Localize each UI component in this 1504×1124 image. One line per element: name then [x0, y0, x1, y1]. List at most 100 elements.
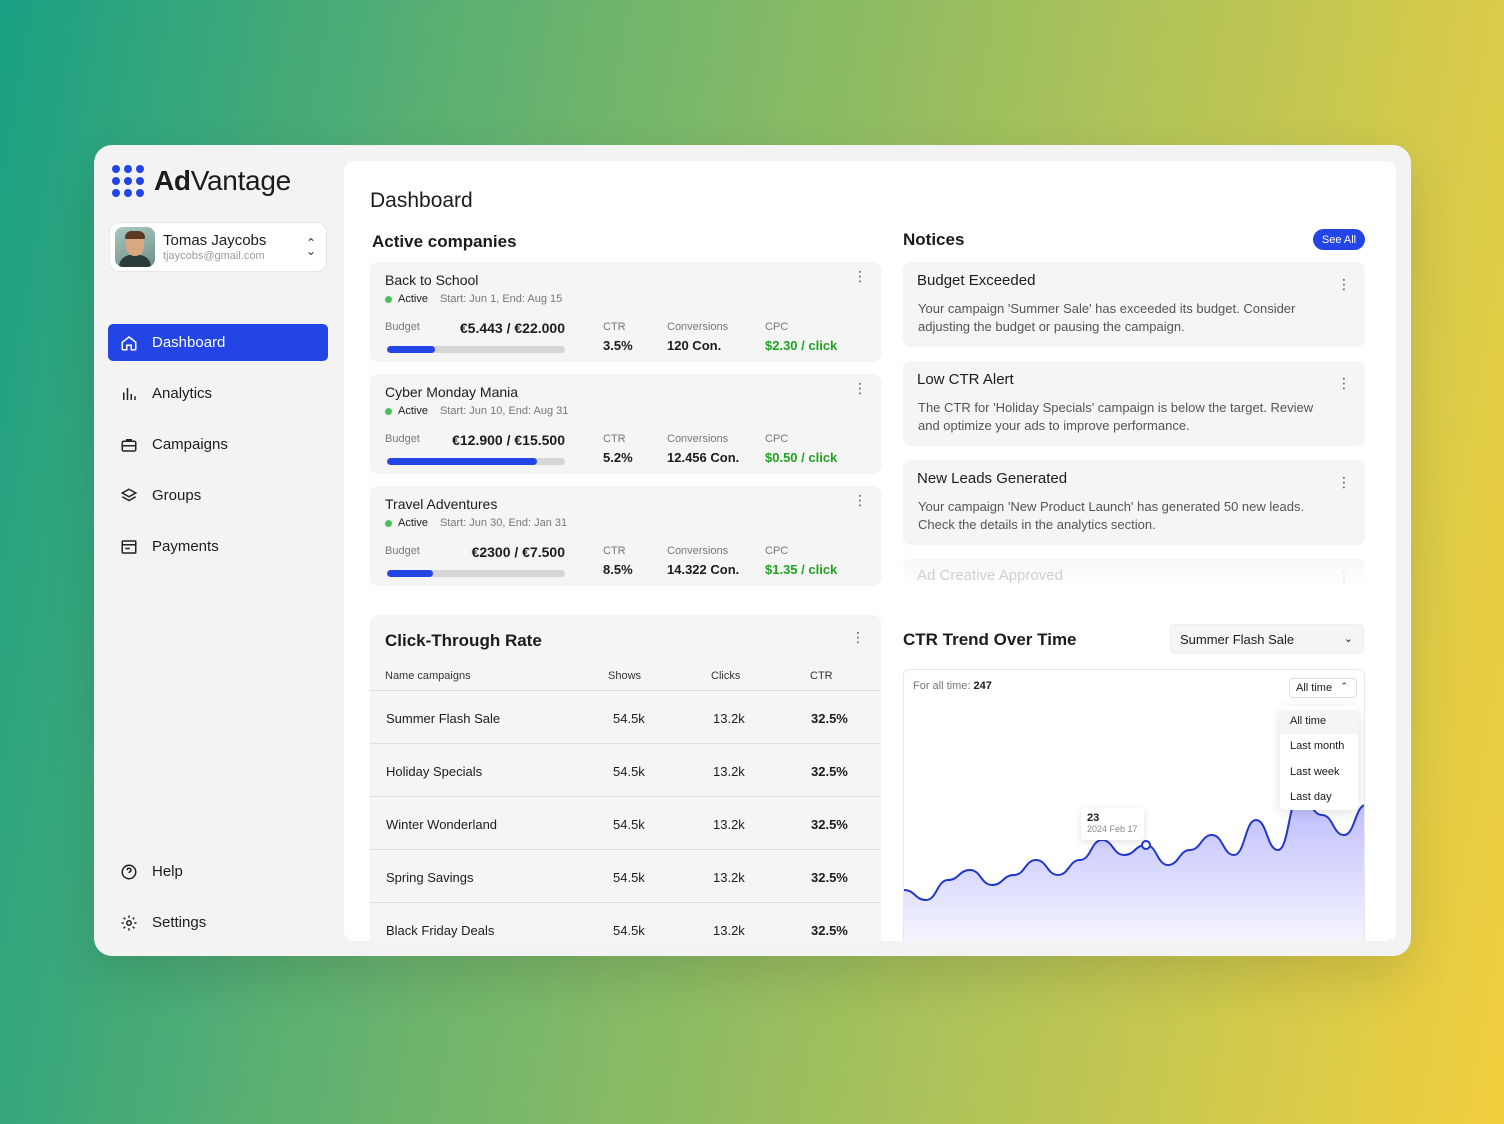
notice-card[interactable]: Low CTR Alert The CTR for 'Holiday Speci…	[903, 361, 1365, 446]
range-option[interactable]: Last day	[1280, 786, 1358, 810]
status-badge: Active Start: Jun 30, End: Jan 31	[385, 517, 567, 529]
budget-value: €12.900 / €15.500	[452, 432, 565, 448]
ctr-table-title: Click-Through Rate	[385, 631, 542, 650]
layers-icon	[120, 487, 138, 501]
more-options-icon[interactable]: ⋮	[1337, 569, 1351, 586]
trend-title: CTR Trend Over Time	[903, 630, 1077, 649]
column-header: Clicks	[711, 670, 741, 682]
sidebar-item-label: Campaigns	[152, 436, 228, 453]
sidebar-item-payments[interactable]: Payments	[108, 528, 328, 565]
company-name: Back to School	[385, 272, 479, 288]
range-dropdown-button[interactable]: All time ⌃	[1289, 678, 1357, 698]
status-badge: Active Start: Jun 10, End: Aug 31	[385, 405, 568, 417]
table-row[interactable]: Holiday Specials 54.5k 13.2k 32.5%	[370, 743, 881, 796]
cpc-value: $2.30 / click	[765, 338, 838, 353]
notice-title: New Leads Generated	[917, 470, 1068, 487]
page-title: Dashboard	[370, 189, 473, 212]
conversions-label: Conversions	[667, 321, 729, 333]
cpc-label: CPC	[765, 321, 789, 333]
notice-card[interactable]: Ad Creative Approved ⋮	[903, 559, 1365, 585]
home-icon	[121, 335, 137, 350]
range-option[interactable]: Last week	[1280, 761, 1358, 785]
budget-label: Budget	[385, 321, 420, 333]
campaign-select[interactable]: Summer Flash Sale ⌄	[1170, 624, 1364, 654]
table-row[interactable]: Spring Savings 54.5k 13.2k 32.5%	[370, 849, 881, 902]
user-switcher[interactable]: Tomas Jaycobs tjaycobs@gmail.com ⌃ ⌄	[109, 222, 327, 272]
company-name: Travel Adventures	[385, 496, 498, 512]
sidebar-item-label: Help	[152, 863, 183, 880]
avatar	[115, 227, 155, 267]
sidebar-item-groups[interactable]: Groups	[108, 477, 328, 514]
company-card[interactable]: Travel Adventures Active Start: Jun 30, E…	[370, 486, 881, 586]
sidebar-item-settings[interactable]: Settings	[108, 904, 328, 941]
range-dropdown-menu: All time Last month Last week Last day	[1280, 706, 1358, 810]
more-options-icon[interactable]: ⋮	[851, 629, 865, 646]
chevron-up-icon: ⌃	[1340, 681, 1348, 691]
user-name: Tomas Jaycobs	[163, 232, 267, 249]
column-header: Shows	[608, 670, 642, 682]
more-options-icon[interactable]: ⋮	[1337, 375, 1351, 392]
sidebar-item-help[interactable]: Help	[108, 853, 328, 890]
app-window: AdVantage Tomas Jaycobs tjaycobs@gmail.c…	[94, 145, 1411, 956]
chart-tooltip: 23 2024 Feb 17	[1081, 808, 1144, 840]
notice-body: Your campaign 'New Product Launch' has g…	[918, 499, 1305, 532]
budget-label: Budget	[385, 433, 420, 445]
main-panel: Dashboard Active companies Back to Schoo…	[344, 161, 1396, 941]
total-label: For all time: 247	[913, 680, 992, 692]
gear-icon	[121, 915, 137, 930]
logo-dots-icon	[112, 165, 144, 197]
more-options-icon[interactable]: ⋮	[853, 269, 867, 283]
budget-value: €2300 / €7.500	[471, 544, 565, 560]
highlight-point[interactable]	[1141, 840, 1151, 850]
conversions-label: Conversions	[667, 433, 729, 445]
trend-chart: For all time: 247 All time ⌃ All time La…	[903, 669, 1365, 941]
more-options-icon[interactable]: ⋮	[853, 381, 867, 395]
budget-progress	[387, 346, 565, 353]
brand-logo[interactable]: AdVantage	[112, 165, 291, 197]
more-options-icon[interactable]: ⋮	[1337, 276, 1351, 293]
budget-progress	[387, 570, 565, 577]
sidebar-item-label: Payments	[152, 538, 219, 555]
company-card[interactable]: Cyber Monday Mania Active Start: Jun 10, …	[370, 374, 881, 474]
brand-name: AdVantage	[154, 165, 291, 196]
budget-value: €5.443 / €22.000	[459, 320, 565, 336]
conversions-label: Conversions	[667, 545, 729, 557]
more-options-icon[interactable]: ⋮	[1337, 474, 1351, 491]
sidebar-item-analytics[interactable]: Analytics	[108, 375, 328, 412]
bar-chart-icon	[123, 387, 136, 400]
notice-card[interactable]: New Leads Generated Your campaign 'New P…	[903, 460, 1365, 545]
column-header: CTR	[810, 670, 833, 682]
status-badge: Active Start: Jun 1, End: Aug 15	[385, 293, 562, 305]
notice-title: Budget Exceeded	[917, 272, 1036, 289]
company-name: Cyber Monday Mania	[385, 384, 519, 400]
user-email: tjaycobs@gmail.com	[163, 250, 265, 262]
ctr-label: CTR	[603, 433, 626, 445]
budget-label: Budget	[385, 545, 420, 557]
notice-card[interactable]: Budget Exceeded Your campaign 'Summer Sa…	[903, 262, 1365, 347]
notice-body: The CTR for 'Holiday Specials' campaign …	[918, 400, 1314, 433]
ctr-label: CTR	[603, 545, 626, 557]
company-card[interactable]: Back to School Active Start: Jun 1, End: …	[370, 262, 881, 362]
receipt-icon	[121, 539, 137, 554]
sidebar-item-dashboard[interactable]: Dashboard	[108, 324, 328, 361]
ctr-table-card: Click-Through Rate ⋮ Name campaigns Show…	[370, 615, 881, 941]
table-row[interactable]: Summer Flash Sale 54.5k 13.2k 32.5%	[370, 690, 881, 743]
sidebar-item-label: Groups	[152, 487, 202, 504]
cpc-value: $0.50 / click	[765, 450, 838, 465]
conversions-value: 14.322 Con.	[667, 562, 740, 577]
more-options-icon[interactable]: ⋮	[853, 493, 867, 507]
range-option[interactable]: Last month	[1280, 735, 1358, 759]
see-all-button[interactable]: See All	[1313, 229, 1365, 250]
column-header: Name campaigns	[385, 670, 471, 682]
chevron-updown-icon: ⌃ ⌄	[305, 236, 316, 258]
cpc-label: CPC	[765, 545, 789, 557]
notice-title: Low CTR Alert	[917, 371, 1014, 388]
table-row[interactable]: Black Friday Deals 54.5k 13.2k 32.5%	[370, 902, 881, 941]
sidebar-item-label: Settings	[152, 914, 207, 931]
sidebar-item-campaigns[interactable]: Campaigns	[108, 426, 328, 463]
table-row[interactable]: Winter Wonderland 54.5k 13.2k 32.5%	[370, 796, 881, 849]
notice-body: Your campaign 'Summer Sale' has exceeded…	[918, 301, 1296, 334]
range-option[interactable]: All time	[1280, 710, 1358, 734]
cpc-label: CPC	[765, 433, 789, 445]
chevron-down-icon: ⌄	[1343, 633, 1353, 645]
